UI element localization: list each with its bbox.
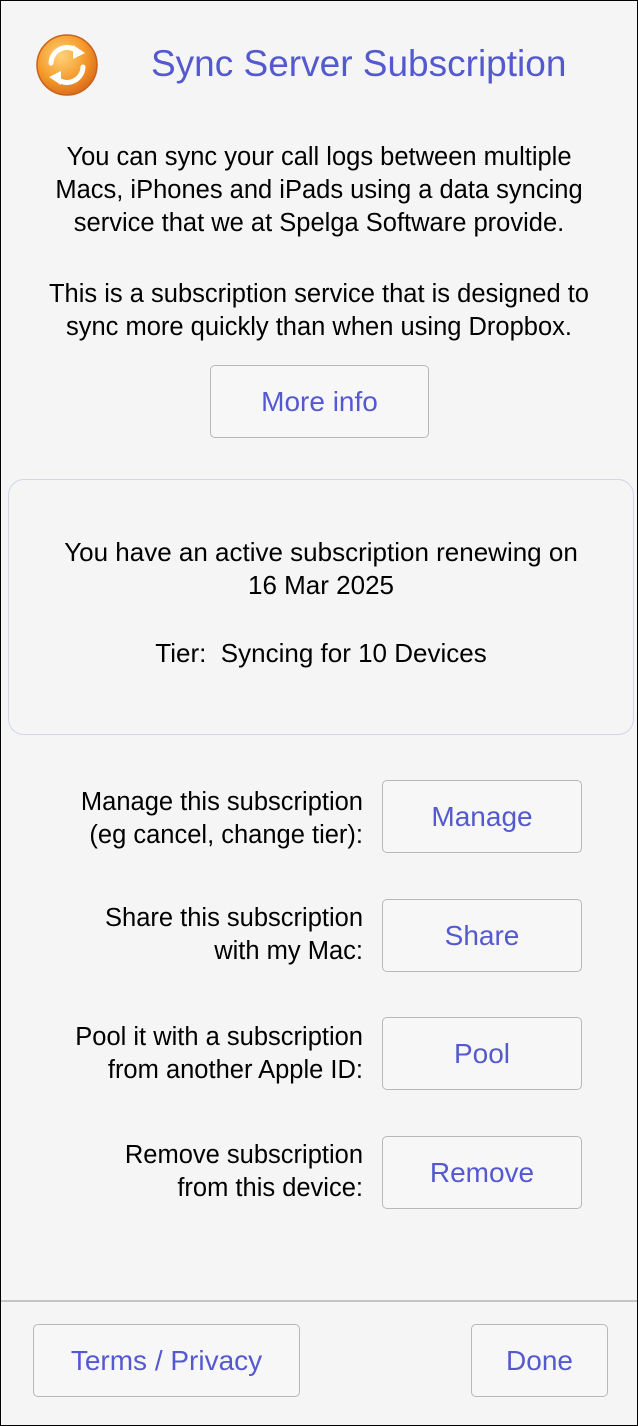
page-title: Sync Server Subscription — [151, 43, 567, 84]
tier-row: Tier: Syncing for 10 Devices — [9, 637, 633, 670]
manage-button[interactable]: Manage — [382, 780, 582, 853]
renewal-date: 16 Mar 2025 — [248, 570, 394, 600]
subscription-status-panel: You have an active subscription renewing… — [8, 479, 634, 735]
more-info-button[interactable]: More info — [210, 365, 429, 438]
pool-label: Pool it with a subscription from another… — [3, 1021, 363, 1087]
sync-refresh-icon — [36, 34, 98, 96]
header: Sync Server Subscription — [1, 31, 637, 101]
intro-line: You can sync your call logs between mult… — [66, 143, 572, 171]
label-line: Pool it with a subscription — [75, 1023, 363, 1051]
note-line: sync more quickly than when using Dropbo… — [65, 313, 572, 341]
subscription-sheet: Sync Server Subscription You can sync yo… — [0, 0, 638, 1426]
intro-line: service that we at Spelga Software provi… — [73, 209, 565, 237]
done-button[interactable]: Done — [471, 1324, 608, 1397]
pool-button[interactable]: Pool — [382, 1017, 582, 1090]
manage-label: Manage this subscription (eg cancel, cha… — [3, 786, 363, 852]
subscription-note: This is a subscription service that is d… — [1, 278, 637, 344]
intro-line: Macs, iPhones and iPads using a data syn… — [55, 176, 583, 204]
intro-text: You can sync your call logs between mult… — [1, 141, 637, 240]
label-line: Manage this subscription — [80, 788, 363, 816]
tier-value: Syncing for 10 Devices — [220, 638, 487, 668]
renewal-text: You have an active subscription renewing… — [64, 537, 578, 567]
remove-button[interactable]: Remove — [382, 1136, 582, 1209]
footer-divider — [1, 1300, 637, 1302]
share-label: Share this subscription with my Mac: — [3, 902, 363, 968]
label-line: Remove subscription — [124, 1141, 363, 1169]
terms-privacy-button[interactable]: Terms / Privacy — [33, 1324, 300, 1397]
remove-label: Remove subscription from this device: — [3, 1139, 363, 1205]
share-button[interactable]: Share — [382, 899, 582, 972]
tier-label: Tier: — [155, 638, 207, 668]
label-line: with my Mac: — [214, 937, 363, 965]
note-line: This is a subscription service that is d… — [48, 280, 589, 308]
label-line: from another Apple ID: — [107, 1056, 363, 1084]
label-line: from this device: — [177, 1174, 363, 1202]
label-line: Share this subscription — [105, 904, 363, 932]
label-line: (eg cancel, change tier): — [89, 821, 363, 849]
